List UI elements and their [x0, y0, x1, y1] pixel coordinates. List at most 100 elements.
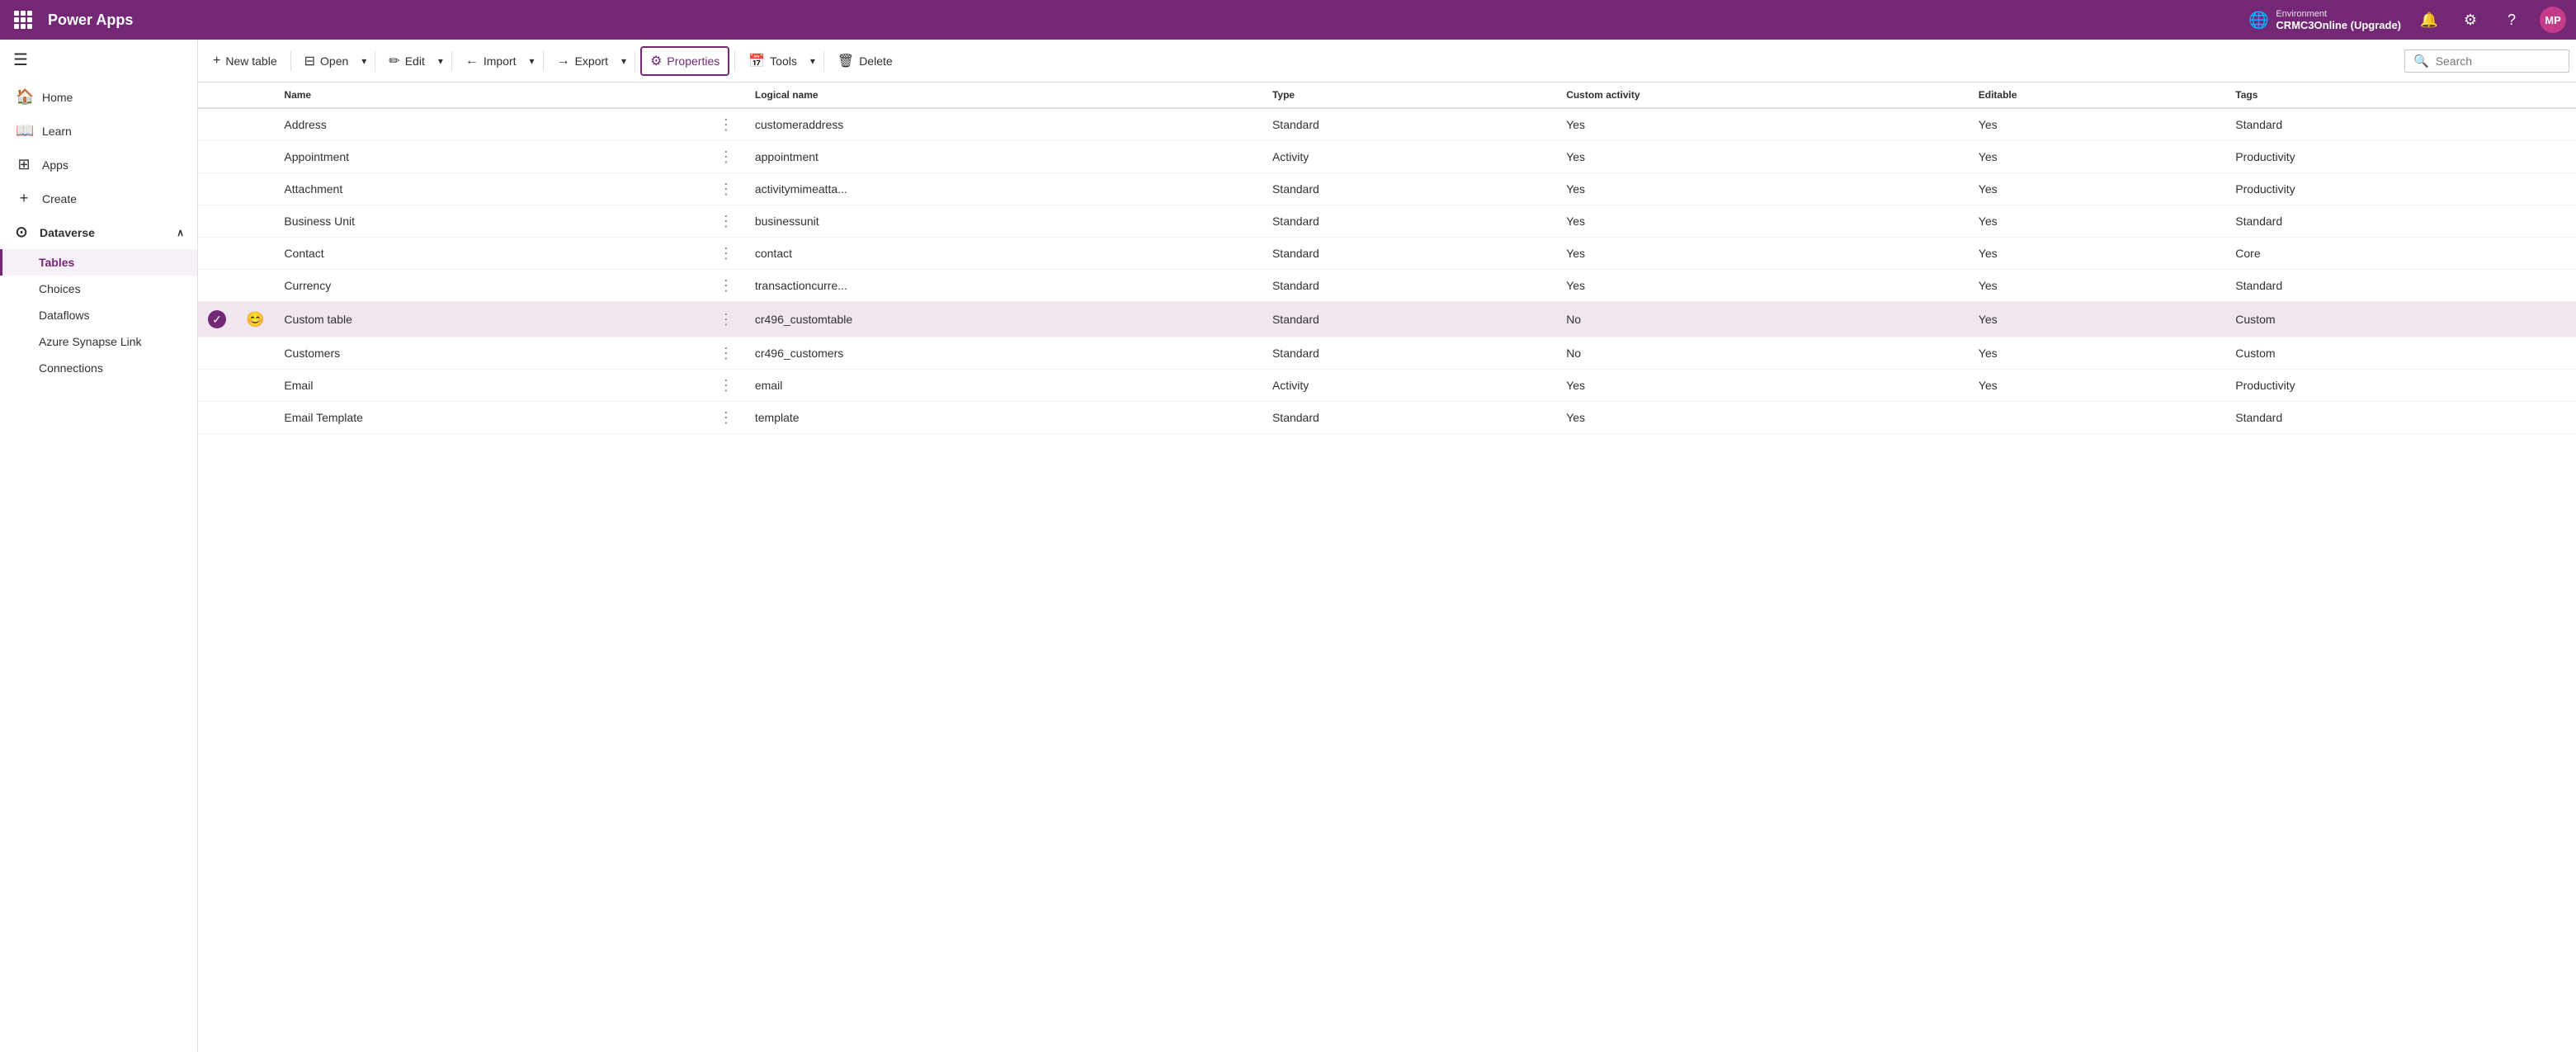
row-context-menu[interactable]: ⋮ [709, 205, 745, 238]
row-check-cell [198, 205, 236, 238]
edit-button[interactable]: ✏ Edit [380, 48, 433, 74]
export-icon: → [557, 54, 570, 68]
open-button[interactable]: ⊟ Open [296, 48, 357, 74]
context-menu-icon[interactable]: ⋮ [719, 409, 735, 426]
new-table-button[interactable]: + New table [205, 49, 285, 73]
row-name: Business Unit [274, 205, 708, 238]
sidebar-item-dataflows[interactable]: Dataflows [0, 302, 197, 328]
sidebar-sub-label-connections: Connections [39, 361, 103, 375]
sidebar-sub-label-tables: Tables [39, 256, 74, 269]
main-content: + New table ⊟ Open ▾ ✏ Edit ▾ ← Import ▾ [198, 40, 2576, 1052]
user-avatar[interactable]: MP [2540, 7, 2566, 33]
row-context-menu[interactable]: ⋮ [709, 402, 745, 434]
row-tags: Standard [2225, 205, 2576, 238]
row-logical-name: customeraddress [745, 108, 1262, 141]
row-context-menu[interactable]: ⋮ [709, 270, 745, 302]
row-context-menu[interactable]: ⋮ [709, 108, 745, 141]
import-button[interactable]: ← Import [457, 49, 525, 73]
sidebar-item-create[interactable]: + Create [0, 182, 197, 215]
table-row[interactable]: Customers⋮cr496_customersStandardNoYesCu… [198, 337, 2576, 370]
row-tags: Core [2225, 238, 2576, 270]
sidebar-item-connections[interactable]: Connections [0, 355, 197, 381]
row-name: Attachment [274, 173, 708, 205]
row-context-menu[interactable]: ⋮ [709, 141, 745, 173]
divider-1 [290, 51, 291, 71]
table-row[interactable]: Email Template⋮templateStandardYesStanda… [198, 402, 2576, 434]
notifications-button[interactable]: 🔔 [2416, 7, 2442, 33]
context-menu-icon[interactable]: ⋮ [719, 245, 735, 262]
sidebar-item-choices[interactable]: Choices [0, 276, 197, 302]
check-circle: ✓ [208, 310, 226, 328]
sidebar-item-learn[interactable]: 📖 Learn [0, 114, 197, 148]
table-row[interactable]: Business Unit⋮businessunitStandardYesYes… [198, 205, 2576, 238]
context-menu-icon[interactable]: ⋮ [719, 311, 735, 328]
row-editable: Yes [1969, 173, 2226, 205]
export-dropdown-button[interactable]: ▾ [618, 50, 630, 72]
sidebar-item-home[interactable]: 🏠 Home [0, 80, 197, 114]
sidebar-item-azure-synapse[interactable]: Azure Synapse Link [0, 328, 197, 355]
row-emoji-cell [236, 402, 274, 434]
tools-icon: 📅 [748, 53, 765, 69]
row-logical-name: appointment [745, 141, 1262, 173]
tools-dropdown-button[interactable]: ▾ [807, 50, 819, 72]
topbar-right: 🌐 Environment CRMC3Online (Upgrade) 🔔 ⚙ … [2248, 7, 2566, 33]
context-menu-icon[interactable]: ⋮ [719, 345, 735, 361]
row-context-menu[interactable]: ⋮ [709, 302, 745, 337]
row-check-cell [198, 108, 236, 141]
row-name: Contact [274, 238, 708, 270]
apps-icon: ⊞ [16, 156, 32, 173]
row-context-menu[interactable]: ⋮ [709, 173, 745, 205]
row-check-cell [198, 370, 236, 402]
sidebar-item-apps[interactable]: ⊞ Apps [0, 148, 197, 182]
table-row[interactable]: Currency⋮transactioncurre...StandardYesY… [198, 270, 2576, 302]
sidebar: ☰ 🏠 Home 📖 Learn ⊞ Apps + Create ⊙ Datav… [0, 40, 198, 1052]
app-name: Power Apps [48, 12, 2242, 29]
help-button[interactable]: ? [2498, 7, 2525, 33]
context-menu-icon[interactable]: ⋮ [719, 213, 735, 229]
row-logical-name: transactioncurre... [745, 270, 1262, 302]
home-icon: 🏠 [16, 88, 32, 106]
row-custom-activity: Yes [1556, 238, 1969, 270]
row-context-menu[interactable]: ⋮ [709, 238, 745, 270]
row-tags: Standard [2225, 270, 2576, 302]
edit-dropdown-button[interactable]: ▾ [435, 50, 446, 72]
table-row[interactable]: Email⋮emailActivityYesYesProductivity [198, 370, 2576, 402]
context-menu-icon[interactable]: ⋮ [719, 377, 735, 394]
row-logical-name: contact [745, 238, 1262, 270]
import-icon: ← [465, 54, 479, 68]
settings-button[interactable]: ⚙ [2457, 7, 2484, 33]
context-menu-icon[interactable]: ⋮ [719, 116, 735, 133]
search-box: 🔍 [2404, 50, 2569, 73]
table-row[interactable]: Attachment⋮activitymimeatta...StandardYe… [198, 173, 2576, 205]
import-dropdown-button[interactable]: ▾ [526, 50, 538, 72]
tools-button[interactable]: 📅 Tools [740, 48, 805, 74]
export-button[interactable]: → Export [549, 49, 616, 73]
row-context-menu[interactable]: ⋮ [709, 370, 745, 402]
table-row[interactable]: Contact⋮contactStandardYesYesCore [198, 238, 2576, 270]
row-emoji-cell [236, 370, 274, 402]
row-context-menu[interactable]: ⋮ [709, 337, 745, 370]
row-editable: Yes [1969, 108, 2226, 141]
table-row[interactable]: ✓😊Custom table⋮cr496_customtableStandard… [198, 302, 2576, 337]
row-custom-activity: Yes [1556, 370, 1969, 402]
row-custom-activity: Yes [1556, 173, 1969, 205]
search-input[interactable] [2436, 54, 2559, 68]
row-type: Standard [1262, 108, 1556, 141]
apps-menu-button[interactable] [10, 7, 36, 33]
create-icon: + [16, 190, 32, 207]
sidebar-item-label-create: Create [42, 192, 77, 205]
sidebar-item-tables[interactable]: Tables [0, 249, 197, 276]
table-area: Name Logical name Type Custom activity E… [198, 83, 2576, 1052]
context-menu-icon[interactable]: ⋮ [719, 277, 735, 294]
row-emoji-cell [236, 141, 274, 173]
table-row[interactable]: Address⋮customeraddressStandardYesYesSta… [198, 108, 2576, 141]
delete-button[interactable]: 🗑 Delete [829, 48, 901, 74]
sidebar-item-dataverse[interactable]: ⊙ Dataverse ∧ [0, 215, 197, 249]
sidebar-collapse-button[interactable]: ☰ [0, 40, 197, 80]
context-menu-icon[interactable]: ⋮ [719, 181, 735, 197]
table-row[interactable]: Appointment⋮appointmentActivityYesYesPro… [198, 141, 2576, 173]
properties-button[interactable]: ⚙ Properties [640, 46, 729, 76]
col-header-tags: Tags [2225, 83, 2576, 108]
open-dropdown-button[interactable]: ▾ [358, 50, 370, 72]
context-menu-icon[interactable]: ⋮ [719, 149, 735, 165]
